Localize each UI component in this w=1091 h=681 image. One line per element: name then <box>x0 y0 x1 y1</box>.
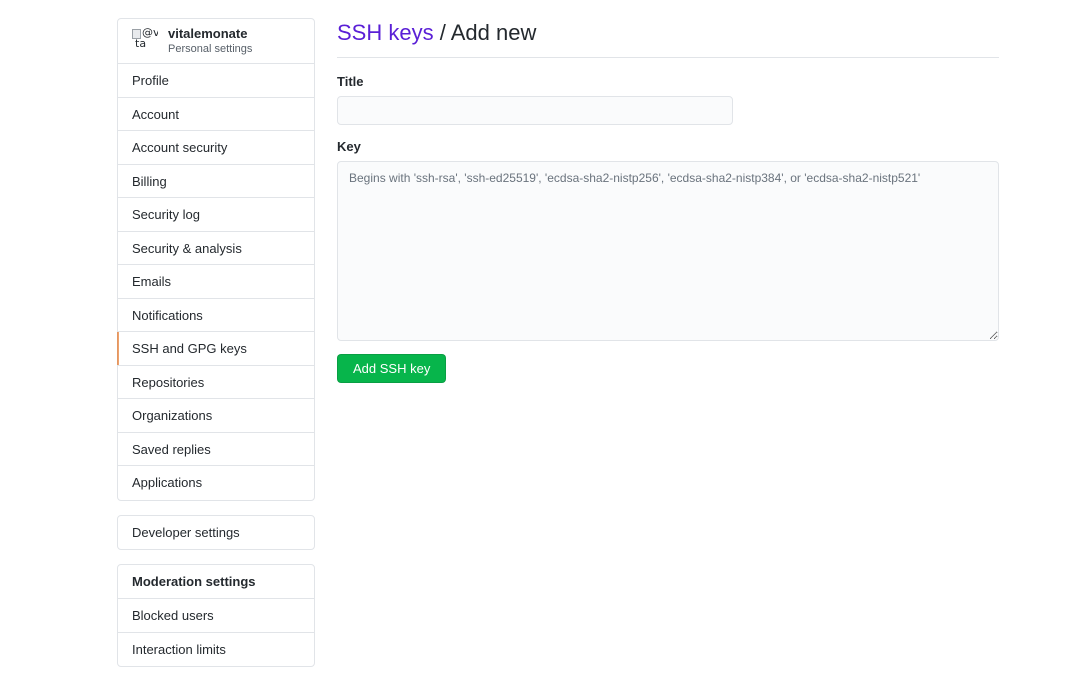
developer-menu: Developer settings <box>117 514 315 550</box>
sidebar-item-security-log[interactable]: Security log <box>118 198 314 232</box>
user-header: @vi ta vitalemonate Personal settings <box>118 19 314 64</box>
sidebar-item-developer-settings[interactable]: Developer settings <box>118 516 314 550</box>
settings-sidebar: @vi ta vitalemonate Personal settings Pr… <box>117 18 315 681</box>
sidebar-item-account[interactable]: Account <box>118 98 314 131</box>
user-info: vitalemonate Personal settings <box>168 26 252 56</box>
settings-menu: @vi ta vitalemonate Personal settings Pr… <box>117 18 315 501</box>
user-subtitle: Personal settings <box>168 43 253 55</box>
title-input[interactable] <box>337 96 733 125</box>
sidebar-item-organizations[interactable]: Organizations <box>118 399 314 433</box>
sidebar-item-notifications[interactable]: Notifications <box>118 299 314 332</box>
add-ssh-key-form: Title Key Add SSH key <box>337 74 999 383</box>
avatar[interactable]: @vi ta <box>132 28 158 54</box>
moderation-menu: Moderation settings Blocked users Intera… <box>117 564 315 667</box>
sidebar-item-saved-replies[interactable]: Saved replies <box>118 433 314 466</box>
page-title: SSH keys / Add new <box>337 18 999 58</box>
sidebar-item-account-security[interactable]: Account security <box>118 131 314 165</box>
user-name[interactable]: vitalemonate <box>168 26 252 41</box>
sidebar-item-security-analysis[interactable]: Security & analysis <box>118 232 314 265</box>
sidebar-item-repositories[interactable]: Repositories <box>118 366 314 399</box>
sidebar-item-billing[interactable]: Billing <box>118 165 314 198</box>
avatar-alt-text-overflow: ta <box>135 37 147 50</box>
sidebar-item-profile[interactable]: Profile <box>118 64 314 98</box>
sidebar-item-blocked-users[interactable]: Blocked users <box>118 599 314 633</box>
sidebar-item-interaction-limits[interactable]: Interaction limits <box>118 633 314 667</box>
main-content: SSH keys / Add new Title Key Add SSH key <box>337 18 999 383</box>
key-label: Key <box>337 139 361 154</box>
sidebar-item-applications[interactable]: Applications <box>118 466 314 500</box>
title-label: Title <box>337 74 364 89</box>
breadcrumb-current: / Add new <box>433 20 537 45</box>
key-textarea[interactable] <box>337 161 999 341</box>
breadcrumb-ssh-keys-link[interactable]: SSH keys <box>337 20 434 45</box>
sidebar-item-emails[interactable]: Emails <box>118 265 314 299</box>
moderation-heading: Moderation settings <box>118 565 314 599</box>
sidebar-item-ssh-gpg-keys[interactable]: SSH and GPG keys <box>117 332 314 366</box>
add-ssh-key-button[interactable]: Add SSH key <box>337 354 447 383</box>
